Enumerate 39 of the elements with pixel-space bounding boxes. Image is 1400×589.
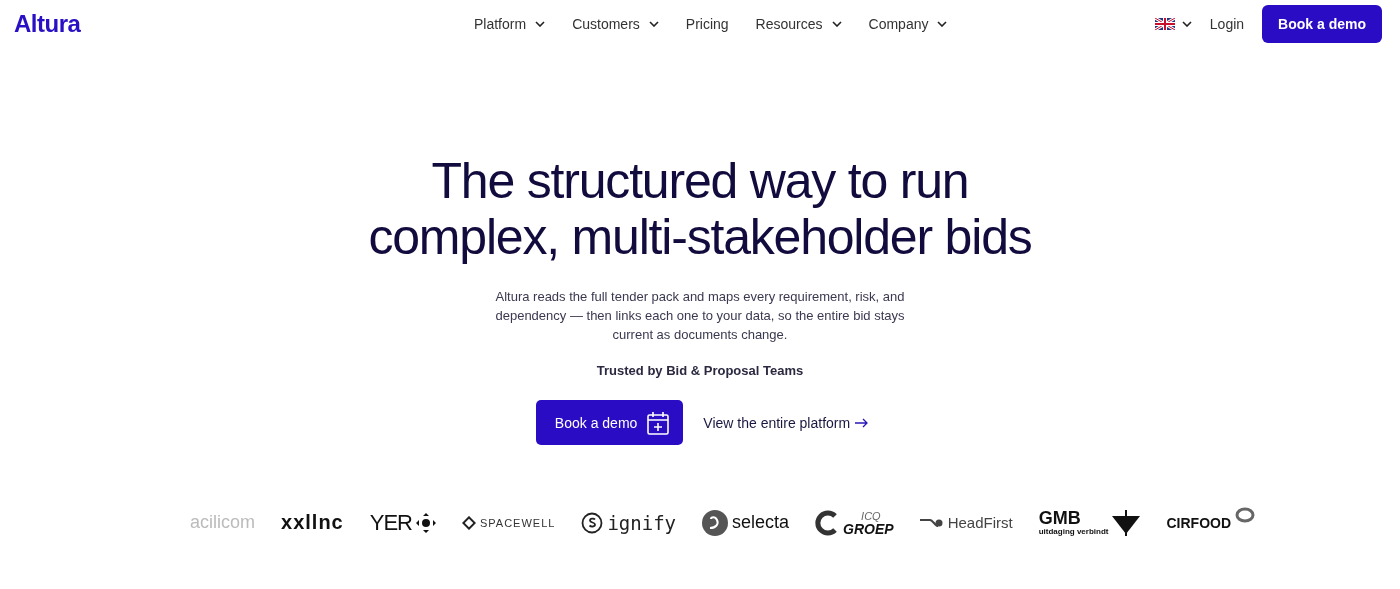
brand-logo: acilicom [190,512,255,533]
brand-logo: GROEP [843,521,894,536]
book-demo-button[interactable]: Book a demo [1262,5,1382,43]
nav-link[interactable]: Company [868,16,948,32]
flag-icon [1154,18,1175,30]
nav-link[interactable]: Platform [474,16,546,32]
chevron-down-icon [1181,21,1192,27]
brand-logo: xxllnc [281,511,344,534]
login-link[interactable]: Login [1209,16,1245,32]
compass-mark-icon [415,512,436,533]
view-platform-link[interactable]: View the entire platform [703,414,869,431]
brand-logo: ICQ [860,509,882,522]
book-demo-button[interactable]: Book a demo [535,400,684,445]
nav-link[interactable]: Pricing [685,16,729,32]
language-selector[interactable] [1154,18,1192,30]
chevron-down-icon [648,21,659,27]
brand-logo: GMB [1038,509,1082,527]
calendar-plus-icon [647,410,670,435]
hero-title: The structured way to run complex, multi-stakeholder bids [368,153,1032,265]
brand-logo: HeadFirst [947,514,1013,531]
brand-logo: YER [369,509,412,536]
nav-link[interactable]: Resources [755,16,842,32]
brand-logo: ignify [607,511,677,534]
nav-link[interactable]: Customers [572,16,659,32]
hero-subtitle: Altura reads the full tender pack and maps every requirement, risk, and dependency — then links each one to your data, so the entire bid stays current as documents change. [494,288,906,344]
brand-tagline: uitdaging verbindt [1038,527,1109,536]
swimmer-mark-icon [919,517,944,528]
chevron-down-icon [535,21,546,27]
chevron-down-icon [831,21,842,27]
brand-logo: SPACEWELL [479,516,556,529]
circled-s-icon [581,511,604,534]
brand-logo: CIRFOOD [1166,514,1232,531]
arrow-right-icon [855,417,869,428]
chevron-down-icon [937,21,948,27]
trusted-label: Trusted by Bid & Proposal Teams [596,363,804,378]
triangle-mark-icon [1112,509,1141,536]
altura-logo[interactable]: Altura [14,10,474,38]
diamond-mark-icon [461,515,476,530]
brand-logo: selecta [732,512,790,533]
